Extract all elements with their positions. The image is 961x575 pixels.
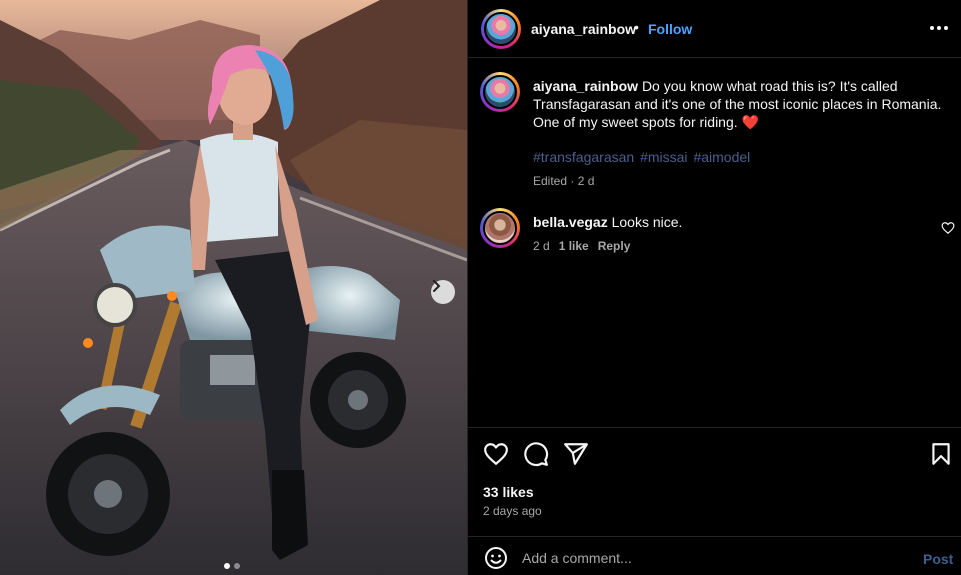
post-details-panel: aiyana_rainbow • Follow aiyana_rainbow D… xyxy=(467,0,961,575)
comment-age: 2 d xyxy=(533,239,550,253)
follow-button[interactable]: Follow xyxy=(648,21,692,37)
author-avatar[interactable] xyxy=(481,9,521,49)
header-separator: • xyxy=(634,19,639,35)
carousel-dot xyxy=(234,563,240,569)
comment-heart-icon[interactable] xyxy=(941,221,955,235)
comment-meta: 2 d 1 like Reply xyxy=(533,239,630,253)
likes-count[interactable]: 33 likes xyxy=(483,484,534,500)
caption-author-avatar-image xyxy=(483,75,517,109)
hashtag-link[interactable]: #transfagarasan xyxy=(533,149,634,165)
post-comment-button[interactable]: Post xyxy=(923,551,953,567)
caption-author-avatar[interactable] xyxy=(480,72,520,112)
author-username[interactable]: aiyana_rainbow xyxy=(531,21,636,37)
caption-edited-time: Edited · 2 d xyxy=(533,174,595,188)
commenter-avatar-image xyxy=(483,211,517,245)
post-photo xyxy=(0,0,467,575)
comment-bubble-icon[interactable] xyxy=(523,441,549,467)
post-actions-bar xyxy=(468,427,961,483)
commenter-username[interactable]: bella.vegaz xyxy=(533,214,608,230)
post-timestamp[interactable]: 2 days ago xyxy=(483,504,542,518)
send-icon[interactable] xyxy=(563,441,589,467)
hashtag-link[interactable]: #aimodel xyxy=(693,149,750,165)
caption-author-username[interactable]: aiyana_rainbow xyxy=(533,78,638,94)
author-avatar-image xyxy=(484,12,518,46)
comment-text: Looks nice. xyxy=(611,214,683,230)
post-header: aiyana_rainbow • Follow xyxy=(468,0,961,58)
bookmark-icon[interactable] xyxy=(928,441,954,467)
comment-likes-link[interactable]: 1 like xyxy=(559,239,589,253)
comment-composer: Post xyxy=(468,536,961,575)
more-horizontal-icon[interactable] xyxy=(928,18,950,38)
caption-text-block: aiyana_rainbow Do you know what road thi… xyxy=(533,77,948,131)
smiley-icon[interactable] xyxy=(484,546,508,570)
comment-line: bella.vegaz Looks nice. xyxy=(533,214,682,230)
post-media[interactable] xyxy=(0,0,467,575)
carousel-indicator xyxy=(224,563,240,569)
carousel-dot-active xyxy=(224,563,230,569)
hashtag-list: #transfagarasan #missai #aimodel xyxy=(533,149,752,165)
comment-reply-button[interactable]: Reply xyxy=(598,239,631,253)
comment-item: bella.vegaz Looks nice. 2 d 1 like Reply xyxy=(480,208,955,264)
chevron-right-icon xyxy=(433,280,441,292)
comment-input[interactable] xyxy=(522,547,902,569)
carousel-next-button[interactable] xyxy=(431,280,455,304)
commenter-avatar[interactable] xyxy=(480,208,520,248)
heart-icon[interactable] xyxy=(483,441,509,467)
hashtag-link[interactable]: #missai xyxy=(640,149,687,165)
heart-emoji: ❤️ xyxy=(741,114,759,130)
